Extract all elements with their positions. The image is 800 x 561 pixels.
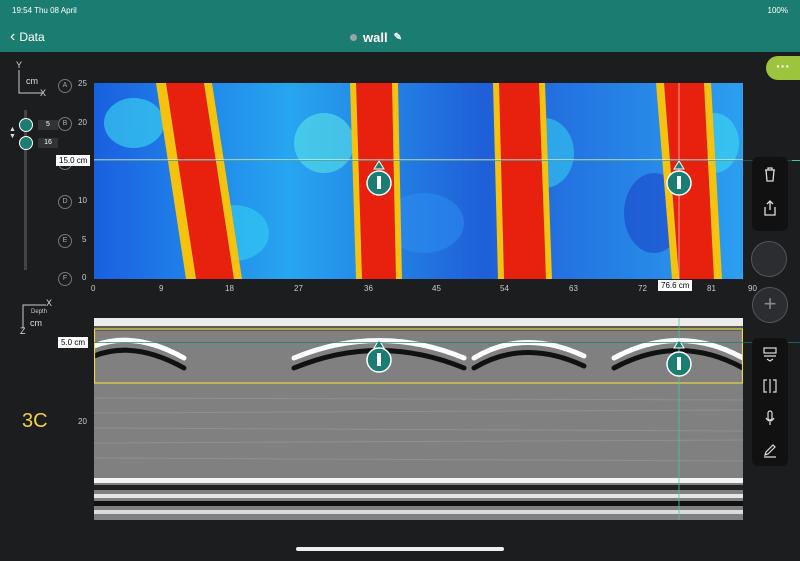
row-button-d[interactable]: D	[58, 195, 72, 209]
section-view-radargram[interactable]	[94, 318, 743, 520]
row-button-f[interactable]: F	[58, 272, 72, 286]
depth-badge: 15.0 cm	[56, 155, 91, 166]
top-view-heatmap[interactable]	[94, 83, 743, 279]
x-tick: 0	[91, 284, 96, 293]
status-bar: 19:54 Thu 08 April 100%	[0, 0, 800, 22]
status-dot-icon	[350, 33, 357, 41]
x-tick: 72	[638, 284, 647, 293]
back-button[interactable]: ‹ Data	[10, 28, 45, 46]
axis-corner-icon	[18, 70, 42, 94]
record-button[interactable]	[751, 241, 787, 277]
page-title: wall	[363, 29, 388, 45]
x-tick: 18	[225, 284, 234, 293]
right-toolbar-bottom	[752, 338, 788, 466]
x-tick: 54	[500, 284, 509, 293]
y-tick: 10	[78, 196, 87, 205]
section-axis-z-label: Z	[20, 326, 26, 336]
status-time: 19:54 Thu 08 April	[12, 6, 77, 15]
x-tick: 90	[748, 284, 757, 293]
scan-label: 3C	[22, 410, 48, 432]
layers-icon[interactable]	[752, 338, 788, 370]
y-tick: 25	[78, 79, 87, 88]
slider-value-top: 5	[38, 120, 58, 130]
back-label: Data	[19, 30, 45, 44]
pen-icon[interactable]	[752, 434, 788, 466]
add-icon[interactable]: +	[752, 287, 788, 323]
section-z-tick: 20	[78, 417, 87, 426]
slider-value-bottom: 16	[38, 138, 58, 148]
more-button[interactable]: ···	[766, 56, 800, 80]
depth-guide-line	[94, 160, 794, 161]
x-tick: 45	[432, 284, 441, 293]
section-depth-badge: 5.0 cm	[58, 337, 89, 348]
row-button-e[interactable]: E	[58, 234, 72, 248]
trash-icon[interactable]	[752, 157, 788, 191]
microphone-icon[interactable]	[752, 402, 788, 434]
chevron-left-icon: ‹	[10, 28, 16, 45]
section-unit-label: cm	[30, 318, 42, 328]
section-depth-guide	[94, 342, 800, 343]
x-tick: 9	[159, 284, 164, 293]
x-tick: 27	[294, 284, 303, 293]
position-badge: 76.6 cm	[658, 280, 693, 291]
status-battery: 100%	[767, 6, 788, 15]
slider-handle-bottom[interactable]	[19, 136, 33, 150]
split-view-icon[interactable]	[752, 370, 788, 402]
row-button-a[interactable]: A	[58, 79, 72, 93]
section-axis-x-label: X	[46, 298, 53, 308]
home-indicator[interactable]	[296, 547, 504, 551]
arrows-updown-icon[interactable]: ▲ ▼	[9, 126, 16, 140]
x-tick: 81	[707, 284, 716, 293]
y-tick: 5	[82, 235, 87, 244]
slider-handle-top[interactable]	[19, 118, 33, 132]
edge-guide	[792, 160, 800, 161]
x-tick: 36	[364, 284, 373, 293]
y-tick: 20	[78, 118, 87, 127]
page-title-group[interactable]: wall ✎	[350, 28, 402, 46]
y-tick: 0	[82, 273, 87, 282]
edit-pencil-icon[interactable]: ✎	[394, 32, 402, 43]
section-depth-label: Depth	[31, 309, 48, 315]
row-button-b[interactable]: B	[58, 117, 72, 131]
x-tick: 63	[569, 284, 578, 293]
depth-slider-track[interactable]	[24, 110, 27, 270]
share-icon[interactable]	[752, 191, 788, 225]
right-toolbar-top	[752, 157, 788, 231]
